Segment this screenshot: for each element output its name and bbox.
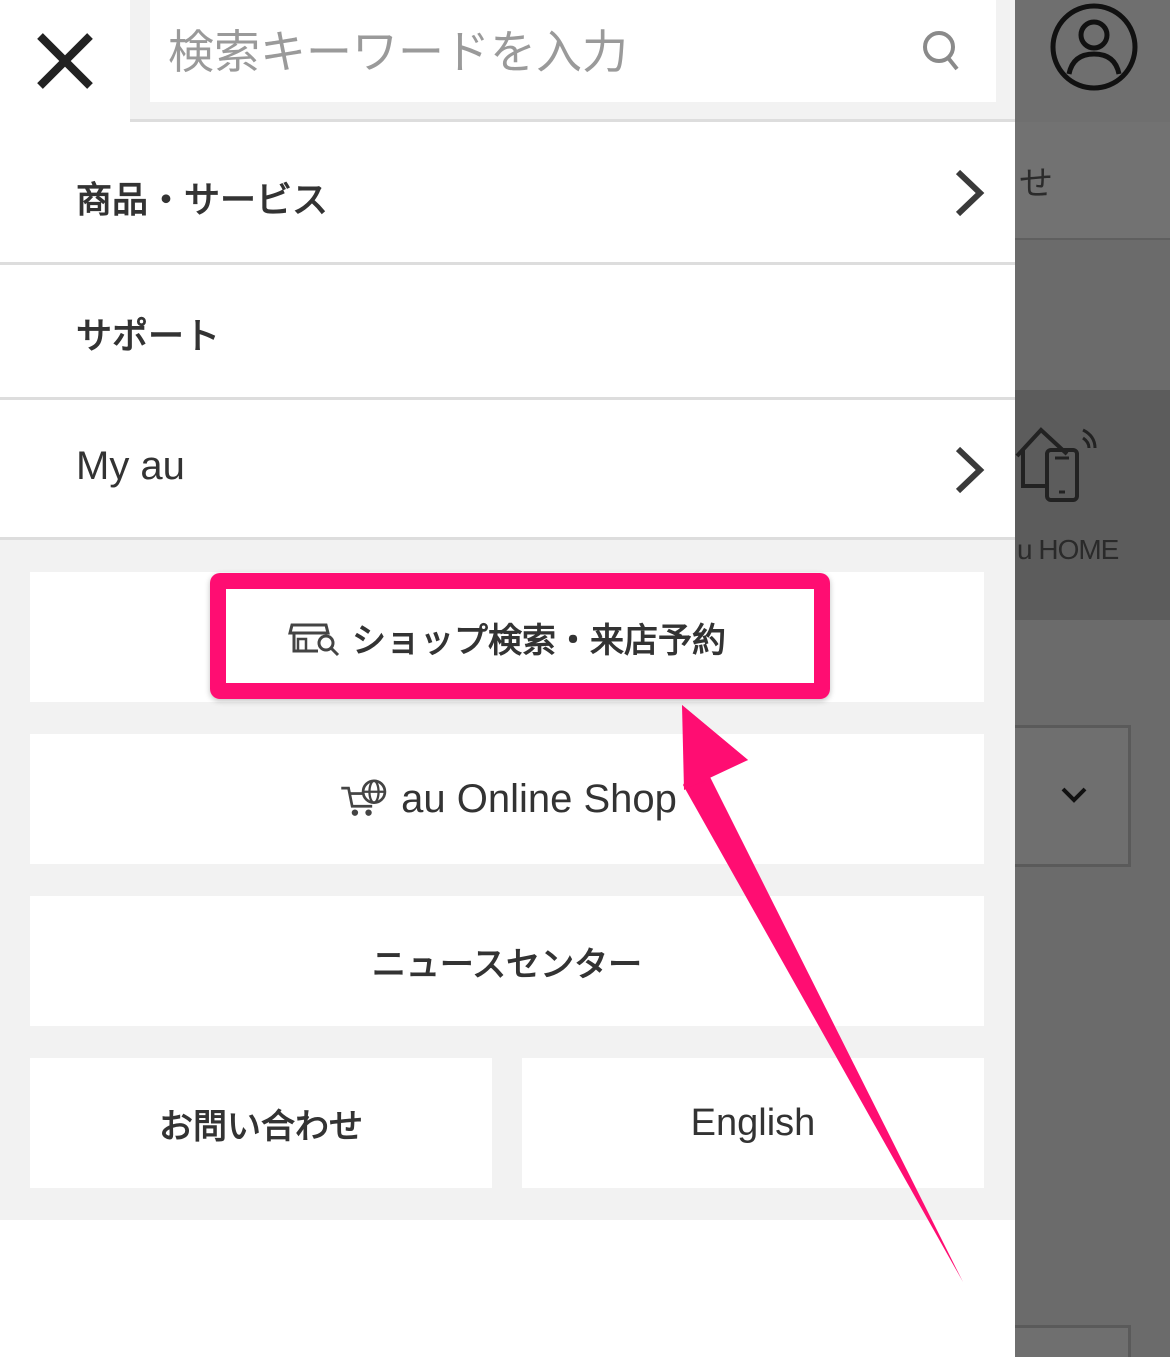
nav-item-products[interactable]: 商品・サービス xyxy=(0,125,1015,265)
background-select xyxy=(1015,725,1131,867)
background-band-text: せ xyxy=(1019,164,1053,204)
search-box xyxy=(150,0,996,102)
nav-item-support[interactable]: サポート xyxy=(0,265,1015,400)
english-label: English xyxy=(690,1101,816,1144)
background-home-tile: u HOME xyxy=(1015,390,1170,620)
background-home-label: u HOME xyxy=(1017,534,1119,565)
menu-header xyxy=(0,0,1015,122)
search-button[interactable] xyxy=(910,20,972,82)
news-center-label: ニュースセンター xyxy=(371,944,643,985)
background-band: せ xyxy=(1015,122,1170,240)
search-input[interactable] xyxy=(168,14,908,90)
background-header xyxy=(1015,0,1170,122)
chevron-right-icon xyxy=(955,446,985,494)
nav-item-label: 商品・サービス xyxy=(76,180,329,221)
nav-item-label: My au xyxy=(76,444,185,488)
global-menu: 商品・サービス サポート My au ショップ検索・来店予約 xyxy=(0,0,1015,1357)
news-center-button[interactable]: ニュースセンター xyxy=(30,896,984,1026)
account-icon[interactable] xyxy=(1049,2,1139,92)
nav-item-label: サポート xyxy=(76,316,221,357)
shop-search-button[interactable]: ショップ検索・来店予約 xyxy=(30,572,984,702)
quick-links: ショップ検索・来店予約 au Online Shop ニュースセンター お問い合… xyxy=(0,540,1015,1220)
online-shop-button[interactable]: au Online Shop xyxy=(30,734,984,864)
close-button[interactable] xyxy=(0,0,130,122)
shop-search-label: ショップ検索・来店予約 xyxy=(352,620,726,661)
contact-button[interactable]: お問い合わせ xyxy=(30,1058,492,1188)
home-phone-icon xyxy=(1015,427,1097,502)
contact-label: お問い合わせ xyxy=(159,1106,363,1147)
nav-item-myau[interactable]: My au xyxy=(0,400,1015,540)
shop-search-icon xyxy=(288,623,340,657)
search-icon xyxy=(923,31,959,71)
english-button[interactable]: English xyxy=(522,1058,984,1188)
background-box xyxy=(1015,1325,1131,1357)
chevron-down-icon xyxy=(1061,787,1087,803)
close-icon xyxy=(37,33,93,89)
online-shop-label: au Online Shop xyxy=(401,776,677,821)
chevron-right-icon xyxy=(955,169,985,217)
cart-globe-icon xyxy=(341,779,387,816)
background-page: せ u HOME xyxy=(1015,0,1170,1357)
